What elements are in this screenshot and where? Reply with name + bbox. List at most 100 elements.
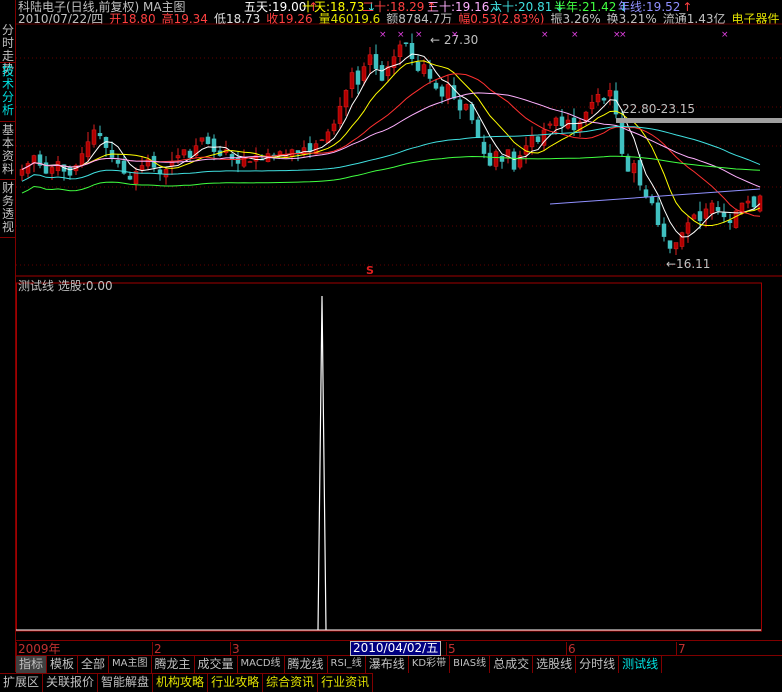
candle (49, 167, 55, 174)
candle (625, 155, 631, 172)
signal-x-icon: × (415, 30, 423, 40)
candle (85, 141, 91, 158)
indicator-tab[interactable]: 指标 (16, 656, 48, 673)
candle (229, 154, 235, 160)
candle (211, 138, 217, 152)
bottom-tabs: 扩展区 关联报价 智能解盘 机构攻略 行业攻略 综合资讯 行业资讯 (0, 673, 374, 692)
signal-x-icon: × (379, 30, 387, 40)
candle (547, 123, 553, 126)
bottom-tab[interactable]: 关联报价 (43, 674, 99, 692)
candle (475, 119, 481, 139)
candle (307, 143, 313, 152)
indicator-tab[interactable]: 成交量 (195, 656, 238, 673)
ma-year-line (549, 188, 761, 205)
indicator-tab[interactable]: MA主图 (109, 656, 152, 673)
ma10-line (21, 60, 761, 226)
candle (319, 139, 325, 142)
candle (607, 90, 613, 97)
indicator-tab[interactable]: 选股线 (533, 656, 577, 673)
candle (157, 169, 163, 174)
candle (709, 202, 715, 214)
candle (349, 72, 355, 90)
date-label: 5 (446, 642, 456, 656)
candle (25, 163, 31, 174)
date-label: 2009年 (16, 642, 61, 656)
candle (187, 150, 193, 158)
indicator-tab[interactable]: 腾龙线 (285, 656, 328, 673)
indicator-tabs: 指标 模板 全部 MA主图 腾龙主 成交量 MACD线 腾龙线 RSI_线 瀑布线 KD彩带 BIAS… (16, 656, 663, 673)
candle (115, 159, 121, 164)
kline-chart[interactable]: 22.80-23.15← 27.30←16.11S× × × × × × ×× × (16, 0, 782, 672)
bottom-tab[interactable]: 综合资讯 (263, 674, 319, 692)
candle (667, 240, 673, 249)
indicator-name: 测试线 (18, 279, 55, 293)
bottom-tab[interactable]: 行业攻略 (208, 674, 264, 692)
candle (697, 211, 703, 222)
candle (163, 169, 169, 178)
bottom-tab[interactable]: 扩展区 (0, 674, 44, 692)
candle (751, 196, 757, 208)
date-axis: 2010/04/02/五 2009年 2 3 5 6 7 (16, 640, 782, 656)
candle (181, 149, 187, 156)
candle (595, 94, 601, 103)
candle (337, 105, 343, 124)
indicator-tab[interactable]: 模板 (47, 656, 79, 673)
candle (679, 232, 685, 247)
candle (331, 123, 337, 132)
candle (691, 214, 697, 220)
candle (55, 161, 61, 172)
indicator-value: 选股:0.00 (57, 279, 113, 293)
bottom-tab[interactable]: 行业资讯 (318, 674, 374, 692)
indicator-tab[interactable]: 测试线 (619, 656, 663, 673)
candle (361, 66, 367, 81)
candle (127, 175, 133, 180)
indicator-tab[interactable]: BIAS线 (450, 656, 491, 673)
side-tab-1[interactable]: 技术分析 (0, 63, 16, 122)
ma20-line (21, 73, 761, 217)
candle (715, 207, 721, 212)
bottom-tab[interactable]: 机构攻略 (153, 674, 209, 692)
candle (175, 155, 181, 159)
candle (637, 160, 643, 186)
side-tab-0[interactable]: 分时走势 (0, 22, 16, 76)
candle (367, 54, 373, 65)
indicator-tab[interactable]: RSI_线 (328, 656, 366, 673)
signal-x-icon: × (397, 30, 405, 40)
signal-x-icon: × (451, 30, 459, 40)
indicator-tab[interactable]: 全部 (78, 656, 110, 673)
candle (481, 141, 487, 154)
candle (79, 153, 85, 166)
indicator-tab[interactable]: 总成交 (490, 656, 534, 673)
candle (415, 61, 421, 71)
indicator-tab[interactable]: 腾龙主 (152, 656, 195, 673)
candle (67, 166, 73, 176)
candle (19, 169, 25, 176)
indicator-tab[interactable]: 分时线 (576, 656, 620, 673)
candle (643, 189, 649, 198)
side-tab-3[interactable]: 财务透视 (0, 180, 16, 238)
candle (463, 103, 469, 110)
candle (397, 44, 403, 57)
ma120-line (21, 155, 761, 194)
side-tab-strip: 分时走势 技术分析 基本资料 财务透视 (0, 0, 16, 672)
indicator-tab[interactable]: 瀑布线 (366, 656, 409, 673)
candle (445, 84, 451, 99)
date-label: 6 (566, 642, 576, 656)
bottom-tab[interactable]: 智能解盘 (98, 674, 154, 692)
candle (685, 222, 691, 234)
candle (589, 101, 595, 110)
ma60-line (21, 125, 761, 182)
side-tab-2[interactable]: 基本资料 (0, 122, 16, 180)
candle (91, 129, 97, 145)
indicator-tab[interactable]: MACD线 (238, 656, 285, 673)
candle (277, 151, 283, 155)
candle (421, 64, 427, 74)
candle (619, 117, 625, 154)
candle (559, 116, 565, 127)
candle (97, 133, 103, 137)
candle (493, 151, 499, 167)
candle (199, 137, 205, 142)
candle (205, 136, 211, 144)
candle (529, 135, 535, 148)
indicator-tab[interactable]: KD彩带 (409, 656, 451, 673)
